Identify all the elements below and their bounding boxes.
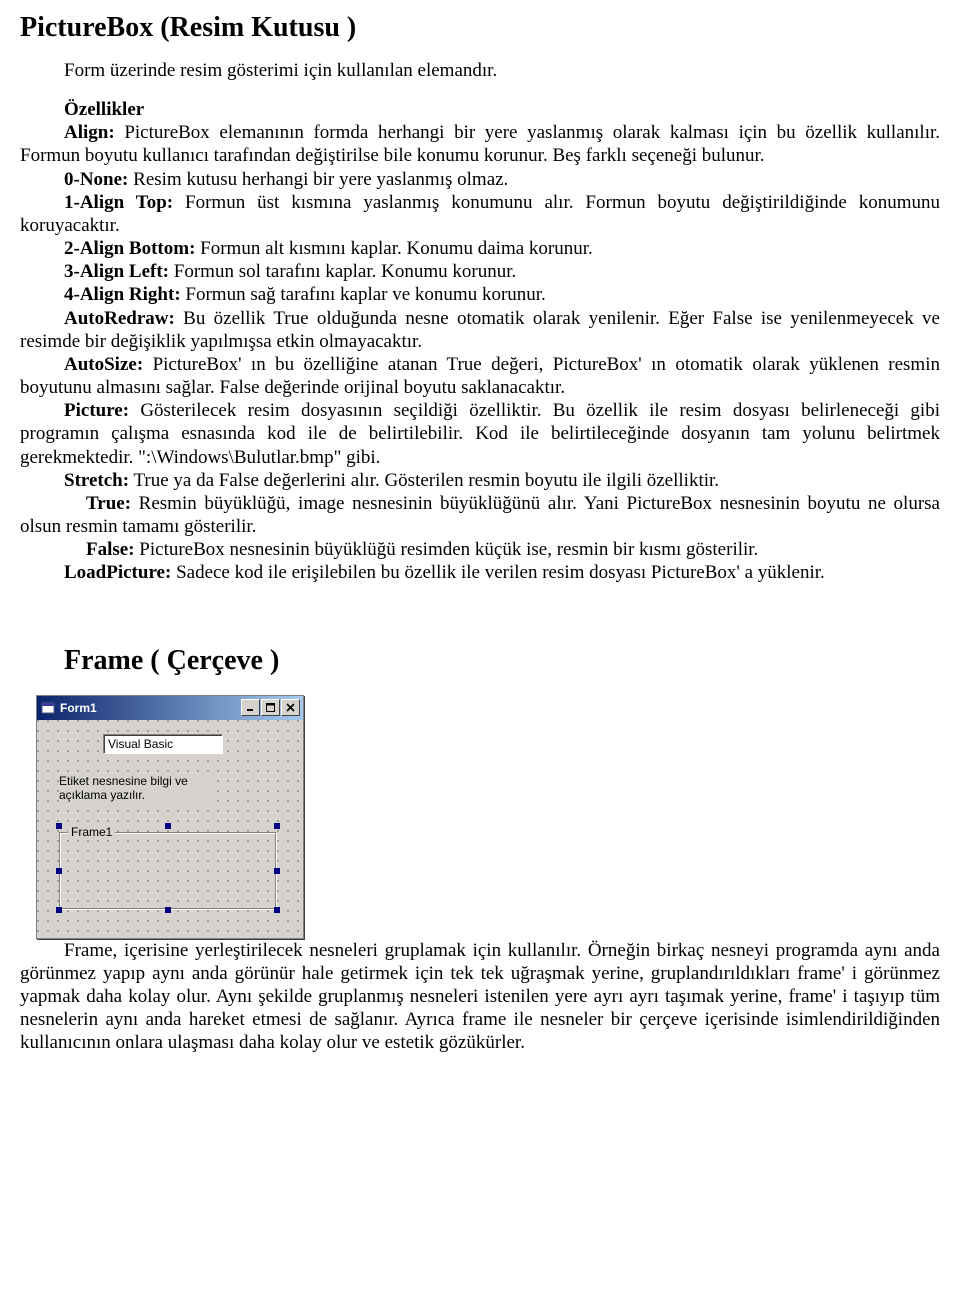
- frame1-caption: Frame1: [68, 825, 115, 839]
- opt-bottom-text: Formun alt kısmını kaplar. Konumu daima …: [195, 238, 592, 259]
- false-label: False:: [86, 539, 135, 560]
- properties-heading: Özellikler: [64, 99, 144, 120]
- opt-right-text: Formun sağ tarafını kaplar ve konumu kor…: [181, 284, 546, 305]
- stretch-label: Stretch:: [64, 470, 129, 491]
- titlebar[interactable]: Form1: [37, 696, 303, 720]
- handle-se[interactable]: [274, 907, 280, 913]
- form1-window: Form1 Visual Basic Etiket nesnesine bilg…: [36, 695, 304, 939]
- loadpicture-label: LoadPicture:: [64, 562, 171, 583]
- autosize-label: AutoSize:: [64, 354, 143, 375]
- picturebox-intro: Form üzerinde resim gösterimi için kulla…: [64, 60, 940, 82]
- true-label: True:: [86, 493, 131, 514]
- handle-w[interactable]: [56, 868, 62, 874]
- opt-right-label: 4-Align Right:: [64, 284, 181, 305]
- label-description: Etiket nesnesine bilgi ve açıklama yazıl…: [59, 774, 209, 802]
- align-text: PictureBox elemanının formda herhangi bi…: [20, 122, 940, 166]
- opt-none-text: Resim kutusu herhangi bir yere yaslanmış…: [128, 169, 508, 190]
- close-button[interactable]: [281, 699, 300, 716]
- opt-left-label: 3-Align Left:: [64, 261, 169, 282]
- form-icon: [41, 701, 55, 715]
- loadpicture-text: Sadece kod ile erişilebilen bu özellik i…: [171, 562, 824, 583]
- frame-paragraph: Frame, içerisine yerleştirilecek nesnele…: [20, 939, 940, 1055]
- picturebox-title: PictureBox (Resim Kutusu ): [20, 12, 940, 44]
- window-title: Form1: [60, 701, 97, 715]
- frame-title: Frame ( Çerçeve ): [64, 645, 940, 677]
- handle-nw[interactable]: [56, 823, 62, 829]
- handle-ne[interactable]: [274, 823, 280, 829]
- stretch-text: True ya da False değerlerini alır. Göste…: [129, 470, 719, 491]
- picturebox-properties: Özellikler Align: PictureBox elemanının …: [20, 98, 940, 585]
- handle-s[interactable]: [165, 907, 171, 913]
- handle-e[interactable]: [274, 868, 280, 874]
- opt-bottom-label: 2-Align Bottom:: [64, 238, 195, 259]
- opt-left-text: Formun sol tarafını kaplar. Konumu korun…: [169, 261, 516, 282]
- maximize-button[interactable]: [261, 699, 280, 716]
- true-text: Resmin büyüklüğü, image nesnesinin büyük…: [20, 493, 940, 537]
- textbox-visualbasic[interactable]: Visual Basic: [103, 734, 223, 754]
- picture-label: Picture:: [64, 400, 129, 421]
- form-client-area: Visual Basic Etiket nesnesine bilgi ve a…: [37, 720, 303, 938]
- minimize-button[interactable]: [241, 699, 260, 716]
- picture-text: Gösterilecek resim dosyasının seçildiği …: [20, 400, 940, 467]
- handle-n[interactable]: [165, 823, 171, 829]
- opt-none-label: 0-None:: [64, 169, 128, 190]
- align-label: Align:: [64, 122, 115, 143]
- autosize-text: PictureBox' ın bu özelliğine atanan True…: [20, 354, 940, 398]
- opt-top-label: 1-Align Top:: [64, 192, 173, 213]
- document-page: PictureBox (Resim Kutusu ) Form üzerinde…: [0, 0, 960, 1074]
- frame1[interactable]: Frame1: [59, 832, 277, 910]
- false-text: PictureBox nesnesinin büyüklüğü resimden…: [135, 539, 759, 560]
- handle-sw[interactable]: [56, 907, 62, 913]
- autoredraw-label: AutoRedraw:: [64, 308, 175, 329]
